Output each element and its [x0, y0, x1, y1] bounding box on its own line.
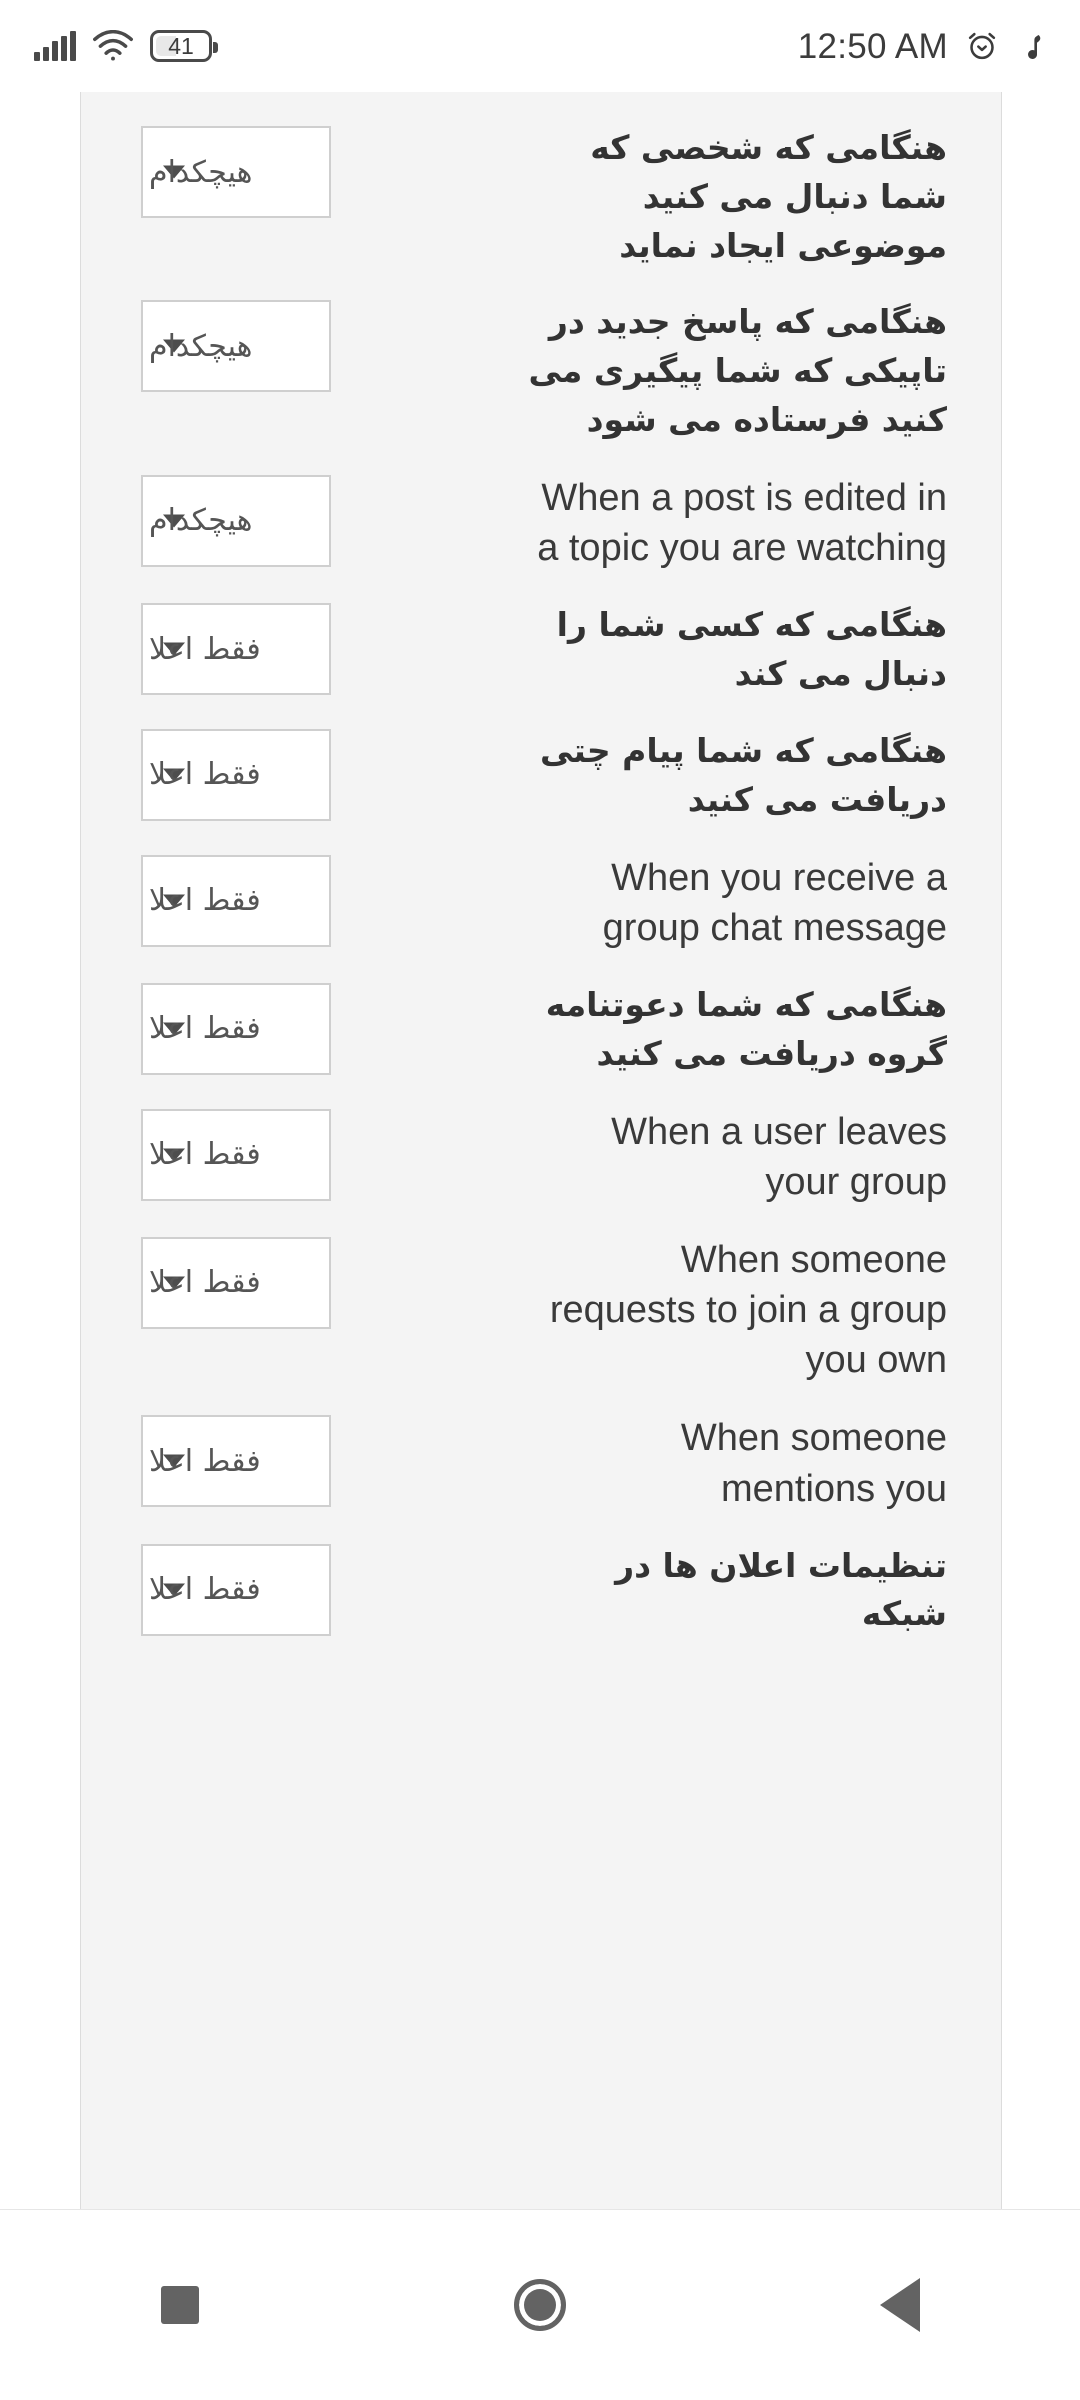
- preference-select[interactable]: هیچکدام: [141, 126, 331, 218]
- preference-label: هنگامی که شما پیام چتی دریافت می کنید: [540, 730, 947, 819]
- preference-select-value: فقط اعلا: [149, 1265, 261, 1301]
- preference-select-value: فقط اعلا: [149, 883, 261, 919]
- preference-row: When a post is edited in a topic you are…: [81, 471, 1001, 573]
- preference-select-value: فقط اعلا: [149, 1011, 261, 1047]
- preference-select[interactable]: فقط اعلا: [141, 1236, 331, 1329]
- preference-label: When someone mentions you: [680, 1417, 947, 1510]
- preference-row: هنگامی که شما پیام چتی دریافت می کنید فق…: [81, 725, 1001, 825]
- battery-icon: 41: [150, 30, 218, 62]
- recents-square-icon: [161, 2286, 199, 2324]
- recents-button[interactable]: [110, 2235, 250, 2375]
- preference-select[interactable]: فقط اعلا: [141, 728, 331, 821]
- preference-select-value: هیچکدام: [149, 503, 253, 539]
- preference-select[interactable]: فقط اعلا: [141, 1108, 331, 1201]
- preference-select[interactable]: فقط اعلا: [141, 854, 331, 947]
- preference-row: When you receive a group chat message فق…: [81, 851, 1001, 953]
- preference-select-value: فقط اعلا: [149, 757, 261, 793]
- preference-row: When a user leaves your group فقط اعلا: [81, 1105, 1001, 1207]
- preference-select[interactable]: فقط اعلا: [141, 982, 331, 1075]
- battery-level-text: 41: [168, 32, 194, 59]
- preference-select-value: هیچکدام: [149, 154, 253, 190]
- preference-select[interactable]: فقط اعلا: [141, 1415, 331, 1508]
- preference-label: تنظیمات اعلان ها در شبکه: [615, 1545, 947, 1634]
- back-button[interactable]: [830, 2235, 970, 2375]
- preference-select[interactable]: هیچکدام: [141, 300, 331, 393]
- preference-select[interactable]: هیچکدام: [141, 474, 331, 567]
- android-navigation-bar: [0, 2209, 1080, 2400]
- preference-select[interactable]: فقط اعلا: [141, 603, 331, 696]
- scroll-viewport[interactable]: هنگامی که شخصی که شما دنبال می کنید موضو…: [0, 92, 1080, 2210]
- cellular-signal-icon: [34, 31, 76, 61]
- preference-label: هنگامی که کسی شما را دنبال می کند: [556, 605, 947, 694]
- wifi-icon: [92, 30, 134, 62]
- preference-row: هنگامی که پاسخ جدید در تاپیکی که شما پیگ…: [81, 296, 1001, 444]
- preference-label: هنگامی که پاسخ جدید در تاپیکی که شما پیگ…: [528, 302, 947, 440]
- status-bar-right: 41: [34, 30, 218, 62]
- notification-preferences-list: هنگامی که شخصی که شما دنبال می کنید موضو…: [81, 92, 1001, 1639]
- notification-preferences-card: هنگامی که شخصی که شما دنبال می کنید موضو…: [80, 92, 1002, 2210]
- preference-label: When you receive a group chat message: [602, 856, 947, 949]
- preference-select-value: هیچکدام: [149, 328, 253, 364]
- preference-label: When someone requests to join a group yo…: [549, 1238, 947, 1382]
- preference-label: هنگامی که شخصی که شما دنبال می کنید موضو…: [590, 128, 947, 265]
- preference-label: When a post is edited in a topic you are…: [537, 476, 947, 570]
- preference-select[interactable]: فقط اعلا: [141, 1543, 331, 1636]
- preference-select-value: فقط اعلا: [149, 1137, 261, 1173]
- preference-row: هنگامی که شخصی که شما دنبال می کنید موضو…: [81, 122, 1001, 270]
- status-clock: 12:50 AM: [797, 26, 948, 66]
- preference-label: هنگامی که شما دعوتنامه گروه دریافت می کن…: [545, 984, 947, 1073]
- home-circle-icon: [514, 2279, 566, 2331]
- back-triangle-icon: [880, 2278, 920, 2332]
- preference-select-value: فقط اعلا: [149, 1443, 261, 1479]
- alarm-clock-icon: [965, 29, 999, 63]
- preference-label: When a user leaves your group: [611, 1110, 947, 1203]
- preference-row: When someone requests to join a group yo…: [81, 1233, 1001, 1385]
- preference-row: هنگامی که شما دعوتنامه گروه دریافت می کن…: [81, 979, 1001, 1079]
- preference-row: تنظیمات اعلان ها در شبکه فقط اعلا: [81, 1540, 1001, 1640]
- preference-row: هنگامی که کسی شما را دنبال می کند فقط اع…: [81, 599, 1001, 699]
- status-bar-left: 12:50 AM: [798, 29, 1046, 64]
- status-bar: 12:50 AM 41: [0, 0, 1080, 92]
- preference-select-value: فقط اعلا: [149, 1572, 261, 1608]
- preference-select-value: فقط اعلا: [149, 631, 261, 667]
- preference-row: When someone mentions you فقط اعلا: [81, 1411, 1001, 1513]
- home-button[interactable]: [470, 2235, 610, 2375]
- music-note-icon: [1016, 29, 1046, 63]
